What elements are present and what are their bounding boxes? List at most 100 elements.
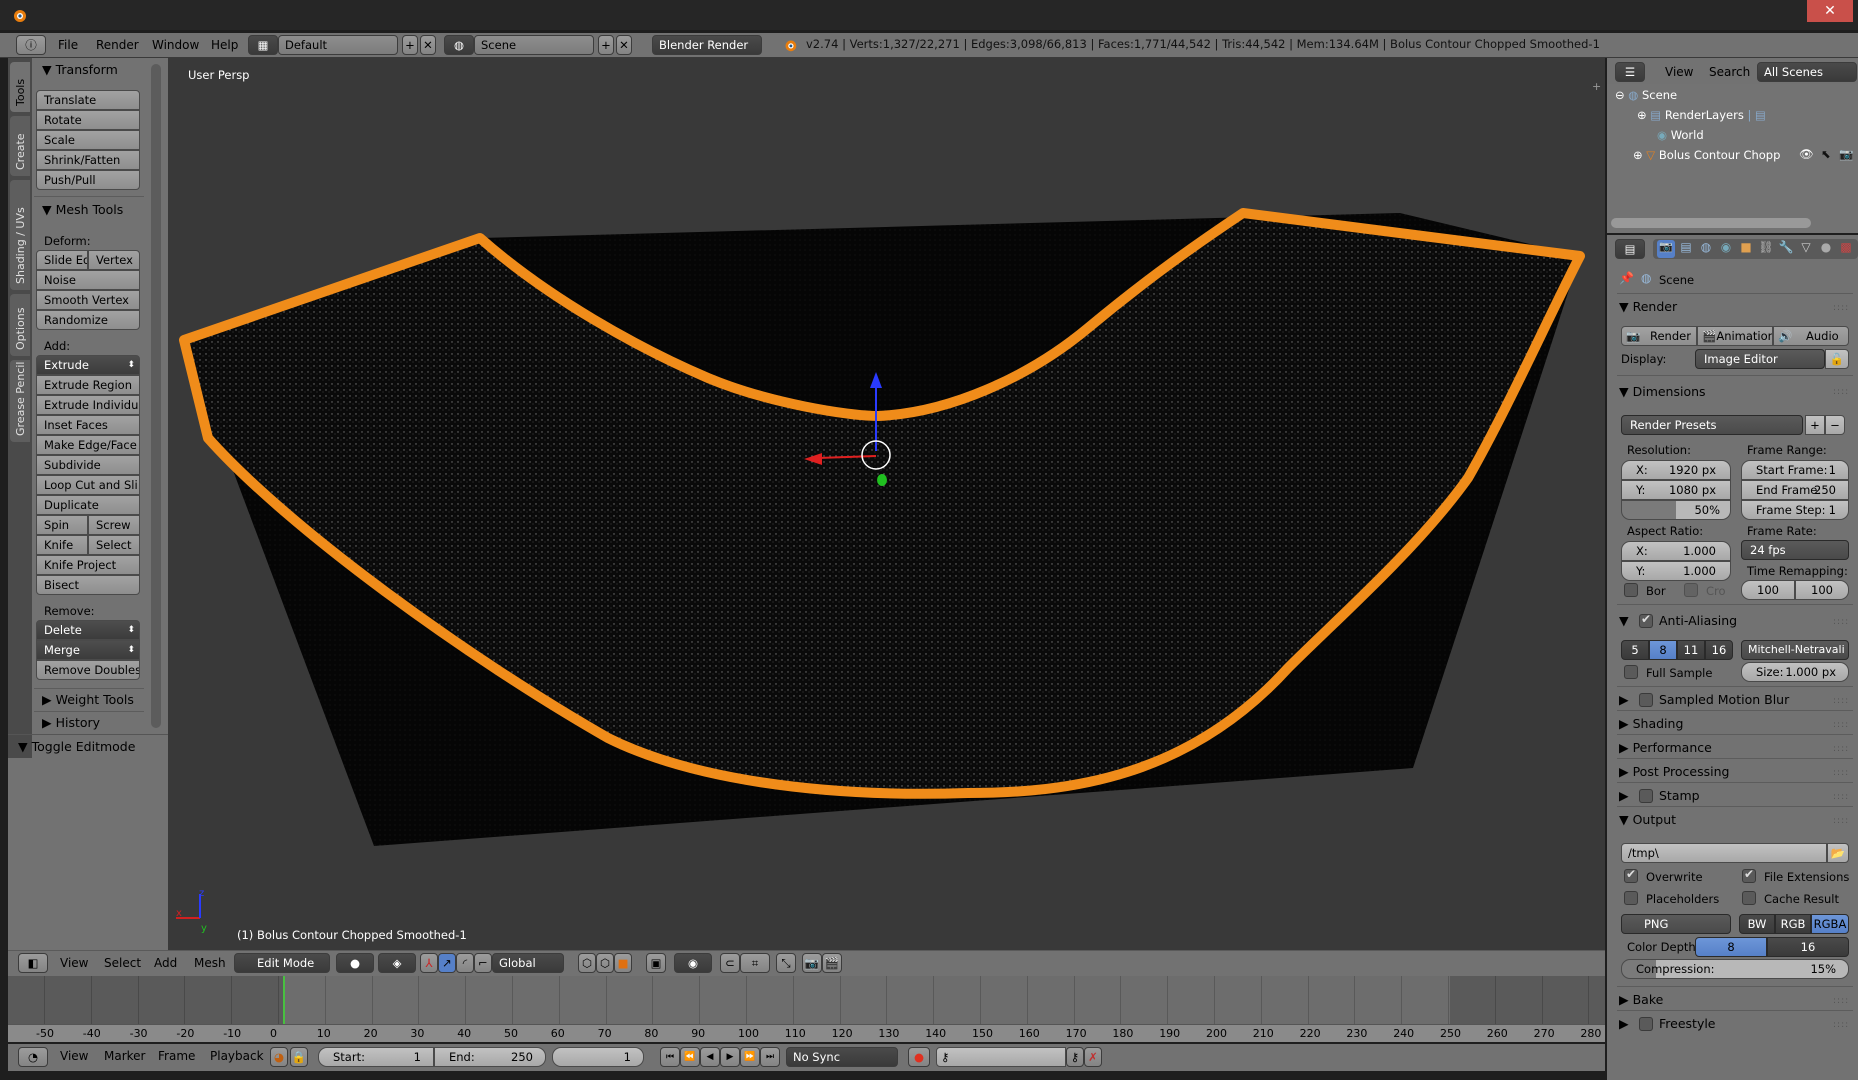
panel-grip-icon[interactable]: ::::	[1833, 768, 1849, 778]
knife-select-button[interactable]: Select	[88, 535, 140, 555]
panel-grip-icon[interactable]: ::::	[1833, 744, 1849, 754]
menu-view[interactable]: View	[60, 956, 88, 970]
render-animation-icon[interactable]: 🎬	[822, 953, 842, 973]
make-edge-face-button[interactable]: Make Edge/Face	[36, 435, 140, 455]
shrink-fatten-button[interactable]: Shrink/Fatten	[36, 150, 140, 170]
3d-viewport[interactable]: User Persp z y x (1) Bolus Contour Chopp…	[168, 58, 1605, 950]
add-screen-icon[interactable]: +	[402, 35, 418, 55]
tool-shelf-scrollbar[interactable]	[151, 64, 161, 728]
panel-shading-header[interactable]: ▶ Shading	[1619, 716, 1683, 731]
aa-samples-5[interactable]: 5	[1621, 640, 1649, 660]
output-path-field[interactable]: /tmp\	[1621, 843, 1827, 863]
color-mode-rgb[interactable]: RGB	[1775, 914, 1811, 934]
translate-button[interactable]: Translate	[36, 90, 140, 110]
resolution-percentage-slider[interactable]: 50%	[1621, 500, 1731, 520]
aa-samples-8[interactable]: 8	[1649, 640, 1677, 660]
render-opengl-icon[interactable]: 📷	[802, 953, 822, 973]
tab-tools[interactable]: Tools	[10, 62, 30, 112]
render-layers-context-icon[interactable]: ▤	[1677, 240, 1695, 258]
keying-set-field[interactable]: ⚷	[936, 1047, 1066, 1067]
tab-grease-pencil[interactable]: Grease Pencil	[10, 360, 30, 442]
knife-project-button[interactable]: Knife Project	[36, 555, 140, 575]
menu-frame[interactable]: Frame	[158, 1049, 195, 1063]
editor-type-info-icon[interactable]: ⓘ	[16, 35, 46, 55]
mode-dropdown[interactable]: Edit Mode	[234, 953, 330, 973]
delete-dropdown[interactable]: Delete ⬍	[36, 620, 140, 640]
duplicate-button[interactable]: Duplicate	[36, 495, 140, 515]
extrude-region-button[interactable]: Extrude Region	[36, 375, 140, 395]
transform-orientation-dropdown[interactable]: Global	[492, 953, 564, 973]
panel-anti-aliasing-header[interactable]: ▼	[1619, 613, 1629, 628]
frame-step-field[interactable]: Frame Step: 1	[1741, 500, 1849, 520]
color-mode-bw[interactable]: BW	[1739, 914, 1775, 934]
jump-keyframe-forward-icon[interactable]: ⏩	[740, 1047, 760, 1067]
play-icon[interactable]: ▶	[720, 1047, 740, 1067]
full-sample-checkbox[interactable]	[1624, 665, 1638, 679]
cache-result-checkbox[interactable]	[1742, 891, 1756, 905]
current-frame-field[interactable]: 1	[552, 1047, 644, 1067]
panel-history-header[interactable]: ▶ History	[42, 715, 100, 730]
panel-render-header[interactable]: ▼ Render	[1619, 299, 1677, 314]
outliner-item-world[interactable]: ◉ World	[1657, 128, 1704, 142]
outliner-item-renderlayers[interactable]: ⊕ ▤ RenderLayers | ▤	[1637, 108, 1766, 122]
delete-keyframe-icon[interactable]: ✗	[1084, 1047, 1102, 1067]
placeholders-checkbox[interactable]	[1624, 891, 1638, 905]
menu-search[interactable]: Search	[1709, 65, 1750, 79]
inset-faces-button[interactable]: Inset Faces	[36, 415, 140, 435]
randomize-button[interactable]: Randomize	[36, 310, 140, 330]
panel-performance-header[interactable]: ▶ Performance	[1619, 740, 1712, 755]
lock-icon[interactable]: 🔒	[290, 1047, 308, 1067]
aa-filter-size-field[interactable]: Size: 1.000 px	[1741, 662, 1849, 682]
limit-selection-icon[interactable]: ▣	[646, 953, 666, 973]
scale-manipulator-icon[interactable]: ⌐	[474, 953, 492, 973]
preview-range-icon[interactable]: ◕	[270, 1047, 288, 1067]
start-frame-field[interactable]: Start Frame: 1	[1741, 460, 1849, 480]
screen-layout-icon[interactable]: ▦	[248, 35, 278, 55]
remove-doubles-button[interactable]: Remove Doubles	[36, 660, 140, 680]
panel-grip-icon[interactable]: ::::	[1833, 816, 1849, 826]
knife-button[interactable]: Knife	[36, 535, 88, 555]
lock-interface-icon[interactable]: 🔓	[1825, 349, 1849, 369]
object-context-icon[interactable]: ■	[1737, 240, 1755, 258]
remove-scene-icon[interactable]: ✕	[616, 35, 632, 55]
mesh-data-context-icon[interactable]: ▽	[1797, 240, 1815, 258]
folder-browse-icon[interactable]: 📂	[1827, 843, 1849, 863]
file-format-dropdown[interactable]: PNG	[1621, 914, 1731, 934]
face-select-icon[interactable]: ■	[614, 953, 632, 973]
viewport-shading-dropdown[interactable]: ●	[336, 953, 374, 973]
panel-bake-header[interactable]: ▶ Bake	[1619, 992, 1663, 1007]
add-scene-icon[interactable]: +	[598, 35, 614, 55]
rotate-manipulator-icon[interactable]: ◜	[456, 953, 474, 973]
frame-rate-dropdown[interactable]: 24 fps	[1741, 540, 1849, 560]
insert-keyframe-icon[interactable]: ⚷	[1066, 1047, 1084, 1067]
jump-start-icon[interactable]: ⏮	[660, 1047, 680, 1067]
slide-edge-button[interactable]: Slide Ed	[36, 250, 88, 270]
panel-grip-icon[interactable]: ::::	[1833, 303, 1849, 313]
extrude-individual-button[interactable]: Extrude Individual	[36, 395, 140, 415]
aspect-x-field[interactable]: X: 1.000	[1621, 541, 1731, 561]
time-remap-old-field[interactable]: 100	[1741, 580, 1795, 600]
aspect-y-field[interactable]: Y: 1.000	[1621, 561, 1731, 581]
tab-shading-uvs[interactable]: Shading / UVs	[10, 180, 30, 290]
end-frame-field[interactable]: End Frame: 250	[1741, 480, 1849, 500]
proportional-edit-dropdown[interactable]: ◉	[674, 953, 712, 973]
render-engine-dropdown[interactable]: Blender Render	[652, 35, 762, 55]
menu-playback[interactable]: Playback	[210, 1049, 264, 1063]
editor-type-timeline-icon[interactable]: ◔	[18, 1047, 48, 1067]
texture-context-icon[interactable]: ▩	[1837, 240, 1855, 258]
spin-button[interactable]: Spin	[36, 515, 88, 535]
menu-add[interactable]: Add	[154, 956, 177, 970]
outliner-item-object[interactable]: ⊕ ▽ Bolus Contour Chopped S	[1633, 148, 1781, 162]
panel-post-processing-header[interactable]: ▶ Post Processing	[1619, 764, 1729, 779]
panel-toggle-editmode-header[interactable]: ▼ Toggle Editmode	[18, 739, 135, 754]
tab-create[interactable]: Create	[10, 116, 30, 176]
push-pull-button[interactable]: Push/Pull	[36, 170, 140, 190]
render-context-icon[interactable]: 📷	[1657, 240, 1675, 258]
bisect-button[interactable]: Bisect	[36, 575, 140, 595]
panel-grip-icon[interactable]: ::::	[1833, 792, 1849, 802]
panel-sampled-motion-blur-header[interactable]: ▶	[1619, 692, 1629, 707]
screw-button[interactable]: Screw	[88, 515, 140, 535]
snap-element-dropdown[interactable]: ⌗	[740, 953, 770, 973]
menu-render[interactable]: Render	[96, 38, 139, 52]
menu-file[interactable]: File	[58, 38, 78, 52]
